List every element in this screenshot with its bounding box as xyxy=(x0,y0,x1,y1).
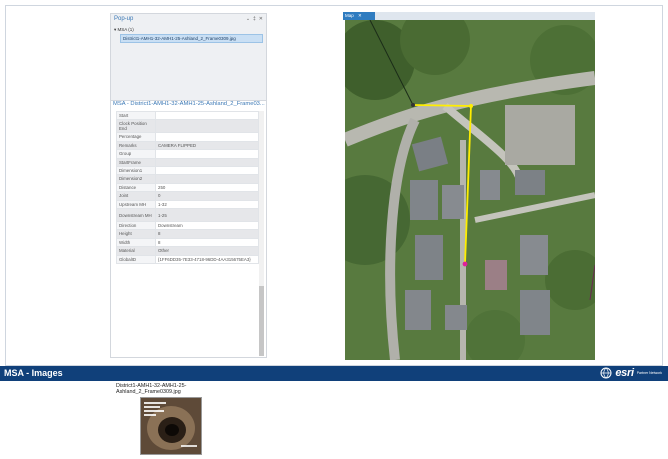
table-row: Dimension1 xyxy=(116,166,259,176)
table-row: Upstream MH 1-32 xyxy=(116,199,259,210)
field-name: Height xyxy=(116,229,156,239)
field-value: Downstream xyxy=(155,221,259,231)
popup-controls: ⌄ ‡ ✕ xyxy=(246,16,263,22)
field-value: 0 xyxy=(155,191,259,201)
field-value xyxy=(155,110,259,121)
slide-title: MSA - Images xyxy=(4,368,63,378)
map-tab-label: Map xyxy=(345,13,354,18)
popup-header: Pop-up ⌄ ‡ ✕ xyxy=(113,16,264,25)
close-icon[interactable]: ✕ xyxy=(259,16,263,22)
field-value xyxy=(155,119,259,134)
field-name: Clock Position End xyxy=(116,119,156,134)
field-value: 8 xyxy=(155,237,259,248)
attachment-caption: District1-AMH1-32-AMH1-25-Ashland_2_Fram… xyxy=(116,383,187,395)
attribute-panel-title: MSA - District1-AMH1-32-AMH1-25-Ashland_… xyxy=(113,101,265,107)
table-row: Group xyxy=(116,149,259,159)
map-tab-strip xyxy=(343,12,595,20)
table-row: GlobalID {1FF6DD35-7E33-4718-96DD-4AA3156… xyxy=(116,254,259,265)
chevron-down-icon[interactable]: ⌄ xyxy=(246,16,250,22)
field-name: StartFrame xyxy=(116,157,156,168)
esri-logo: esri Partner Network xyxy=(600,367,662,379)
aerial-imagery xyxy=(345,20,595,360)
field-name: Width xyxy=(116,237,156,248)
table-row: Percentage xyxy=(116,132,259,142)
tree-layer-msa[interactable]: ▾ MSA (1) xyxy=(114,27,263,33)
table-row: Distance 250 xyxy=(116,182,259,193)
field-name: Joint xyxy=(116,191,156,201)
table-row: Downstream MH 1-25 xyxy=(116,208,259,223)
field-value: 8 xyxy=(155,229,259,239)
tree-layer-label: MSA (1) xyxy=(117,27,134,32)
table-row: StartFrame xyxy=(116,157,259,168)
field-value xyxy=(155,132,259,142)
field-name: Upstream MH xyxy=(116,199,156,210)
scrollbar-thumb[interactable] xyxy=(259,286,264,356)
logo-wordmark: esri xyxy=(615,367,634,379)
logo-subtitle: Partner Network xyxy=(636,371,662,375)
field-name: Remarks xyxy=(116,140,156,151)
field-name: Dimension2 xyxy=(116,174,156,184)
field-name: Material xyxy=(116,246,156,256)
field-name: Downstream MH xyxy=(116,208,156,223)
field-name: Direction xyxy=(116,221,156,231)
field-value xyxy=(155,166,259,176)
table-row: Joint 0 xyxy=(116,191,259,201)
attribute-panel: MSA - District1-AMH1-32-AMH1-25-Ashland_… xyxy=(110,100,267,455)
table-row: Width 8 xyxy=(116,237,259,248)
table-row: Direction Downstream xyxy=(116,221,259,231)
field-name: GlobalID xyxy=(116,254,156,265)
field-value: 1-32 xyxy=(155,199,259,210)
footer-bar: MSA - Images esri Partner Network xyxy=(0,366,668,381)
field-value xyxy=(155,157,259,168)
field-value: {1FF6DD35-7E33-4718-96DD-4AA315675EA3} xyxy=(155,254,259,265)
table-row: Height 8 xyxy=(116,229,259,239)
field-name: Dimension1 xyxy=(116,166,156,176)
field-value: CAMERA FLIPPED xyxy=(155,140,259,151)
field-value: 250 xyxy=(155,182,259,193)
field-value xyxy=(155,149,259,159)
expand-triangle-icon[interactable]: ▾ xyxy=(114,27,116,32)
field-name: Start xyxy=(116,110,156,121)
table-row: Material Other xyxy=(116,246,259,256)
pipe-inspection-image[interactable] xyxy=(140,397,202,455)
table-row: Remarks CAMERA FLIPPED xyxy=(116,140,259,151)
tree-item-selected[interactable]: District1-AMH1-32-AMH1-25-Ashland_2_Fram… xyxy=(120,34,263,43)
globe-icon xyxy=(600,367,612,379)
table-row: Clock Position End xyxy=(116,119,259,134)
table-row: Dimension2 xyxy=(116,174,259,184)
pin-icon[interactable]: ‡ xyxy=(253,16,256,22)
field-value xyxy=(155,174,259,184)
popup-title: Pop-up xyxy=(114,16,134,22)
tab-map[interactable]: Map ✕ xyxy=(343,12,375,20)
tab-close-icon[interactable]: ✕ xyxy=(358,13,362,18)
map-view[interactable] xyxy=(345,20,595,360)
field-name: Group xyxy=(116,149,156,159)
field-value: Other xyxy=(155,246,259,256)
popup-feature-tree: ▾ MSA (1) District1-AMH1-32-AMH1-25-Ashl… xyxy=(114,27,263,43)
field-name: Distance xyxy=(116,182,156,193)
attribute-table: Start Clock Position End Percentage Remarks… xyxy=(116,110,259,265)
field-value: 1-25 xyxy=(155,208,259,223)
field-name: Percentage xyxy=(116,132,156,142)
table-row: Start xyxy=(116,110,259,121)
